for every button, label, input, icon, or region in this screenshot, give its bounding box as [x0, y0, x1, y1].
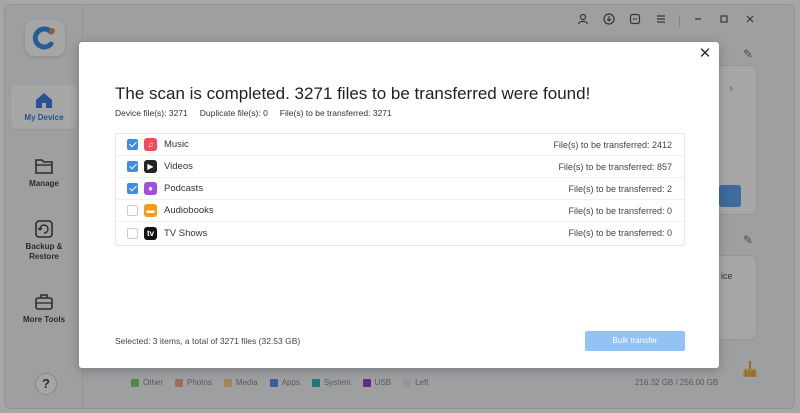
list-item-audiobooks[interactable]: ▬ Audiobooks File(s) to be transferred: …: [116, 200, 684, 222]
category-count: File(s) to be transferred: 0: [568, 228, 672, 238]
to-transfer-count: File(s) to be transferred: 3271: [279, 108, 392, 118]
category-count: File(s) to be transferred: 2: [568, 183, 672, 194]
checkbox-podcasts[interactable]: [127, 183, 138, 194]
music-icon: ♫: [144, 138, 157, 151]
category-name: Audiobooks: [164, 205, 214, 216]
checkbox-videos[interactable]: [127, 161, 138, 172]
category-name: Music: [164, 139, 189, 150]
close-icon[interactable]: ✕: [697, 46, 713, 62]
category-count: File(s) to be transferred: 857: [558, 161, 672, 172]
category-name: Videos: [164, 161, 193, 172]
device-file-count: Device file(s): 3271: [115, 108, 188, 118]
list-item-music[interactable]: ♫ Music File(s) to be transferred: 2412: [116, 134, 684, 156]
tv-icon: tv: [144, 226, 157, 240]
list-item-podcasts[interactable]: ● Podcasts File(s) to be transferred: 2: [116, 178, 684, 200]
selection-summary: Selected: 3 items, a total of 3271 files…: [115, 336, 301, 346]
audiobook-icon: ▬: [144, 204, 157, 217]
checkbox-tv-shows[interactable]: [127, 227, 138, 239]
checkbox-audiobooks[interactable]: [127, 205, 138, 216]
category-count: File(s) to be transferred: 2412: [553, 139, 672, 150]
category-name: TV Shows: [164, 227, 208, 239]
list-item-tv-shows[interactable]: tv TV Shows File(s) to be transferred: 0: [116, 222, 684, 244]
scan-stats: Device file(s): 3271 Duplicate file(s): …: [115, 108, 392, 118]
category-name: Podcasts: [164, 183, 204, 194]
list-item-videos[interactable]: ▶ Videos File(s) to be transferred: 857: [116, 156, 684, 178]
bulk-transfer-button[interactable]: Bulk transfer: [585, 331, 685, 351]
podcast-icon: ●: [144, 182, 157, 195]
checkbox-music[interactable]: [127, 139, 138, 150]
video-icon: ▶: [144, 160, 157, 173]
scan-result-dialog: ✕ The scan is completed. 3271 files to b…: [79, 42, 719, 368]
category-count: File(s) to be transferred: 0: [568, 205, 672, 216]
duplicate-file-count: Duplicate file(s): 0: [199, 108, 268, 118]
category-list: ♫ Music File(s) to be transferred: 2412 …: [115, 133, 685, 246]
dialog-title: The scan is completed. 3271 files to be …: [115, 84, 591, 103]
